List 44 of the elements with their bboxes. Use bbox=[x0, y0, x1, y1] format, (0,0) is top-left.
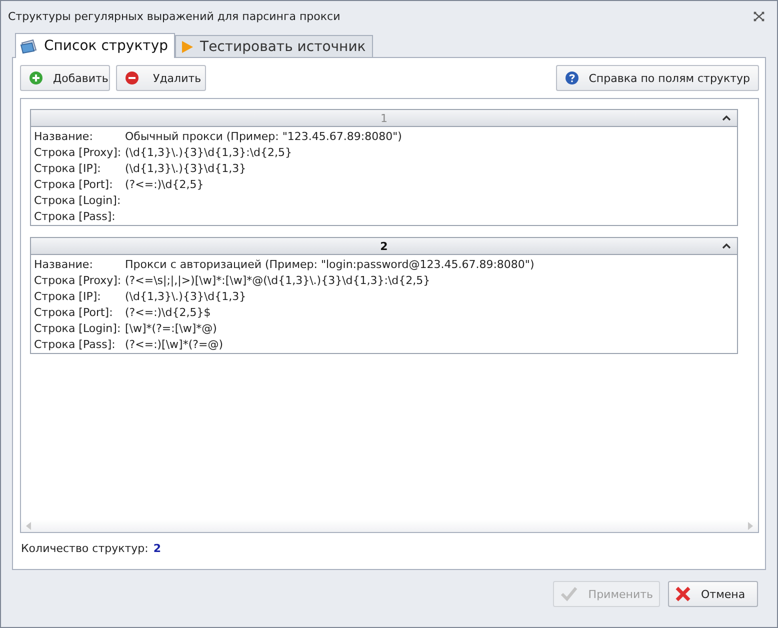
plus-icon bbox=[29, 71, 43, 85]
count-label: Количество структур: bbox=[21, 542, 148, 555]
chevron-icon[interactable] bbox=[722, 243, 731, 249]
field-value: Обычный прокси (Пример: "123.45.67.89:8080") bbox=[125, 130, 402, 142]
window-title: Структуры регулярных выражений для парсинга прокси bbox=[8, 10, 340, 23]
folder-icon bbox=[20, 38, 38, 54]
field-label: Строка [Proxy]: bbox=[34, 146, 122, 158]
remove-button[interactable]: Удалить bbox=[116, 65, 206, 91]
field-label: Строка [Pass]: bbox=[34, 338, 116, 350]
card-number: 1 bbox=[380, 112, 388, 124]
field-value: (?<=\s|;|,|>)[\w]*:[\w]*@(\d{1,3}\.){3}\d{1,3}:\d{2,5} bbox=[125, 274, 430, 286]
card-number: 2 bbox=[380, 240, 388, 252]
field-value: (?<=:)[\w]*(?=@) bbox=[125, 338, 223, 350]
field-value: (\d{1,3}\.){3}\d{1,3} bbox=[125, 162, 246, 174]
field-value: Прокси с авторизацией (Пример: "login:password@123.45.67.89:8080") bbox=[125, 258, 534, 270]
checkmark-icon bbox=[560, 586, 578, 602]
field-value: [\w]*(?=:[\w]*@) bbox=[125, 322, 217, 334]
add-button[interactable]: Добавить bbox=[20, 65, 110, 91]
field-label: Строка [IP]: bbox=[34, 290, 102, 302]
field-value: (\d{1,3}\.){3}\d{1,3} bbox=[125, 290, 246, 302]
card-header[interactable]: 2 bbox=[31, 238, 737, 255]
chevron-icon[interactable] bbox=[722, 115, 731, 121]
field-label: Строка [IP]: bbox=[34, 162, 102, 174]
field-label: Строка [Login]: bbox=[34, 194, 122, 206]
field-label: Строка [Proxy]: bbox=[34, 274, 122, 286]
field-label: Название: bbox=[34, 258, 94, 270]
cancel-button[interactable]: Отмена bbox=[668, 581, 758, 607]
close-icon bbox=[675, 586, 691, 602]
field-value: (?<=:)\d{2,5}$ bbox=[125, 306, 211, 318]
help-icon bbox=[564, 71, 579, 85]
field-label: Строка [Login]: bbox=[34, 322, 122, 334]
tab[interactable]: Тестировать источник bbox=[175, 35, 373, 57]
field-value: (?<=:)\d{2,5} bbox=[125, 178, 204, 190]
field-label: Строка [Port]: bbox=[34, 178, 114, 190]
tab[interactable]: Список структур bbox=[15, 33, 176, 58]
play-icon bbox=[180, 40, 194, 54]
field-label: Строка [Port]: bbox=[34, 306, 114, 318]
field-label: Название: bbox=[34, 130, 94, 142]
count-value: 2 bbox=[153, 542, 162, 555]
field-value: (\d{1,3}\.){3}\d{1,3}:\d{2,5} bbox=[125, 146, 292, 158]
help-button[interactable]: Справка по полям структур bbox=[556, 65, 759, 91]
close-icon[interactable] bbox=[753, 11, 765, 22]
field-label: Строка [Pass]: bbox=[34, 210, 116, 222]
minus-icon bbox=[125, 71, 139, 85]
